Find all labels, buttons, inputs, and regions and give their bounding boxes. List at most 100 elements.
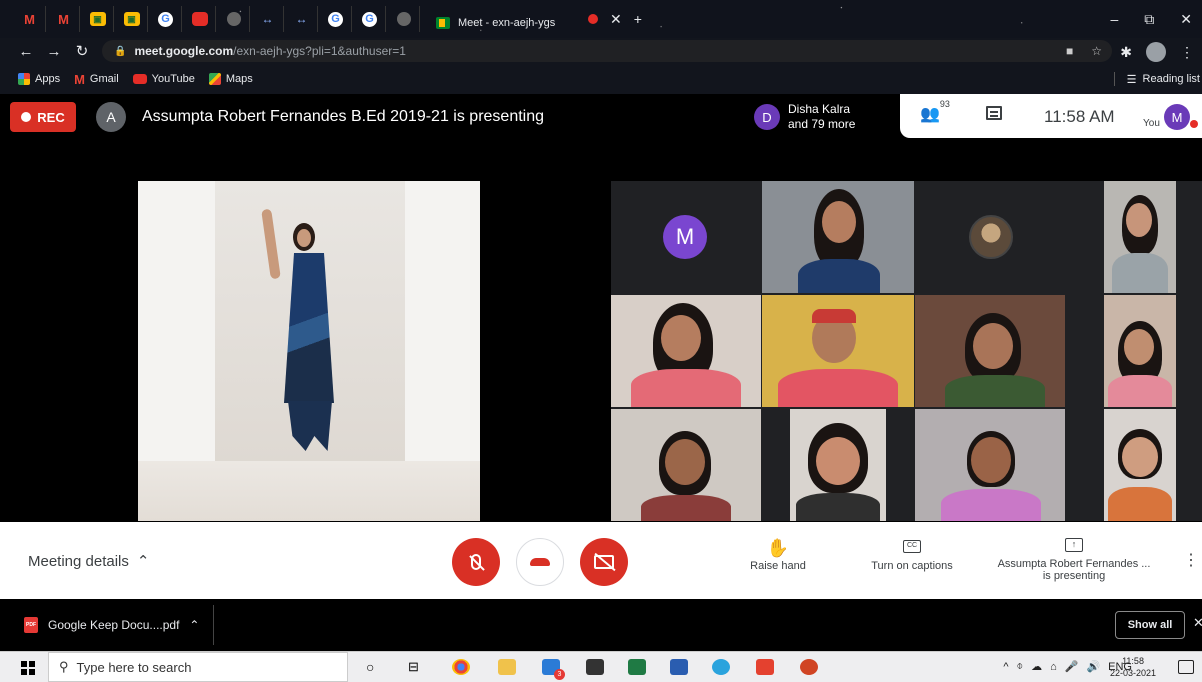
link-icon: ↔ [261,12,274,26]
file-explorer-icon[interactable] [498,659,516,675]
raise-hand-button[interactable]: ✋ Raise hand [748,538,808,572]
leave-call-button[interactable] [516,538,564,586]
photos-icon[interactable]: 3 [542,659,565,680]
tab-generic[interactable] [218,6,250,32]
google-icon: G [158,11,173,27]
tab-google-3[interactable]: G [354,6,386,32]
participant-tile[interactable] [915,295,1065,407]
meet-top-controls: 👥93 11:58 AM You M [900,94,1202,138]
mic-toggle-button[interactable] [452,538,500,586]
word-icon[interactable] [670,659,688,675]
mic-off-icon [471,554,481,570]
participant-tile[interactable] [1104,181,1176,293]
participant-tile[interactable] [915,409,1065,521]
participant-tile[interactable] [611,295,761,407]
bookmark-star-icon[interactable]: ☆ [1091,44,1102,58]
taskbar-clock[interactable]: 11:58 22-03-2021 [1110,655,1156,679]
search-icon: ⚲ [59,659,69,674]
joiner-more: and 79 more [788,117,856,131]
tab-youtube[interactable] [184,6,216,32]
presentation-video[interactable] [138,181,480,521]
chrome-taskbar-icon[interactable] [452,659,470,675]
new-tab-button[interactable]: + [634,11,642,27]
chrome-menu-icon[interactable]: ⋮ [1180,44,1194,61]
tab-gmail-2[interactable]: M [48,6,80,32]
tab-meet-active[interactable]: Meet - exn-aejh-ygs [424,9,584,37]
network-icon[interactable]: ⌂ [1050,661,1057,673]
windows-start-icon[interactable] [21,661,35,675]
participant-tile[interactable] [762,181,914,293]
tab-gmail-1[interactable]: M [14,6,46,32]
participant-tile[interactable] [790,409,886,521]
tab-classroom-1[interactable]: ▣ [82,6,114,32]
address-bar[interactable]: 🔒 meet.google.com /exn-aejh-ygs?pli=1&au… [102,40,1112,62]
chat-icon[interactable] [986,106,1002,120]
tab-generic-2[interactable] [388,6,420,32]
close-tab-icon[interactable]: ✕ [610,11,622,28]
reading-list-button[interactable]: ☰ Reading list [1113,64,1202,94]
profile-avatar[interactable] [1146,42,1166,62]
tab-google-1[interactable]: G [150,6,182,32]
minimize-icon[interactable]: – [1110,11,1118,27]
reading-list-label: Reading list [1142,73,1200,85]
self-avatar[interactable]: M [1164,104,1190,130]
powerpoint-icon[interactable] [800,659,818,675]
app-icon[interactable] [756,659,774,675]
classroom-icon: ▣ [89,12,106,26]
microphone-icon[interactable]: 🎤 [1065,660,1079,673]
download-item[interactable]: PDF Google Keep Docu....pdf ⌃ [0,605,214,645]
back-icon[interactable]: ← [12,43,40,60]
bookmark-apps[interactable]: Apps [18,73,60,85]
participant-tile[interactable]: M [611,181,761,293]
presenting-status-button[interactable]: ↑ Assumpta Robert Fernandes ... is prese… [984,538,1164,582]
show-all-button[interactable]: Show all [1115,611,1185,639]
chevron-up-icon: ⌃ [136,553,150,570]
participant-video [631,369,741,407]
reload-icon[interactable]: ↻ [68,42,96,60]
taskbar-search[interactable]: ⚲ Type here to search [48,652,348,682]
store-icon[interactable] [586,659,604,675]
close-downloads-icon[interactable]: ✕ [1193,615,1202,631]
meeting-details-button[interactable]: Meeting details ⌃ [28,552,150,571]
recording-badge[interactable]: REC [10,102,76,132]
show-hidden-icons-icon[interactable]: ^ [1003,661,1008,673]
tab-link-1[interactable]: ↔ [252,6,284,32]
notification-center-icon[interactable] [1178,660,1194,674]
participant-video [1108,375,1172,407]
participant-tile[interactable] [1104,295,1176,407]
usb-icon[interactable]: ⌽ [1016,660,1023,673]
bookmark-gmail[interactable]: M Gmail [74,72,119,87]
cortana-icon[interactable]: ○ [366,659,384,675]
restore-icon[interactable]: ⧉ [1144,11,1154,28]
dancer-face [297,229,311,247]
participant-tile[interactable] [611,409,761,521]
camera-toggle-button[interactable] [580,538,628,586]
more-options-icon[interactable]: ⋮ [1183,550,1199,570]
participant-tile[interactable] [762,295,914,407]
people-button[interactable]: 👥93 [920,99,950,124]
volume-icon[interactable]: 🔊 [1086,660,1100,673]
bookmark-maps[interactable]: Maps [208,73,253,85]
bookmark-youtube[interactable]: YouTube [132,73,195,85]
tab-classroom-2[interactable]: ▣ [116,6,148,32]
camera-indicator-icon[interactable]: ■ [1066,44,1073,58]
close-window-icon[interactable]: ✕ [1180,11,1192,28]
tab-recording[interactable]: ✕ + [588,11,642,28]
participant-video [822,201,856,243]
people-icon: 👥 [920,106,940,123]
onedrive-icon[interactable]: ☁ [1031,660,1042,673]
extensions-icon[interactable]: ✱ [1120,44,1132,61]
tab-link-2[interactable]: ↔ [286,6,318,32]
forward-icon[interactable]: → [40,43,68,60]
apps-grid-icon [18,73,30,85]
google-icon: G [328,11,343,27]
chevron-up-icon[interactable]: ⌃ [189,618,199,632]
captions-button[interactable]: CC Turn on captions [862,538,962,572]
excel-icon[interactable] [628,659,646,675]
telegram-icon[interactable] [712,659,730,675]
task-view-icon[interactable]: ⊟ [408,659,426,675]
participant-tile[interactable] [915,181,1065,293]
joiner-name: Disha Kalra [788,102,851,116]
participant-tile[interactable] [1104,409,1176,521]
tab-google-2[interactable]: G [320,6,352,32]
